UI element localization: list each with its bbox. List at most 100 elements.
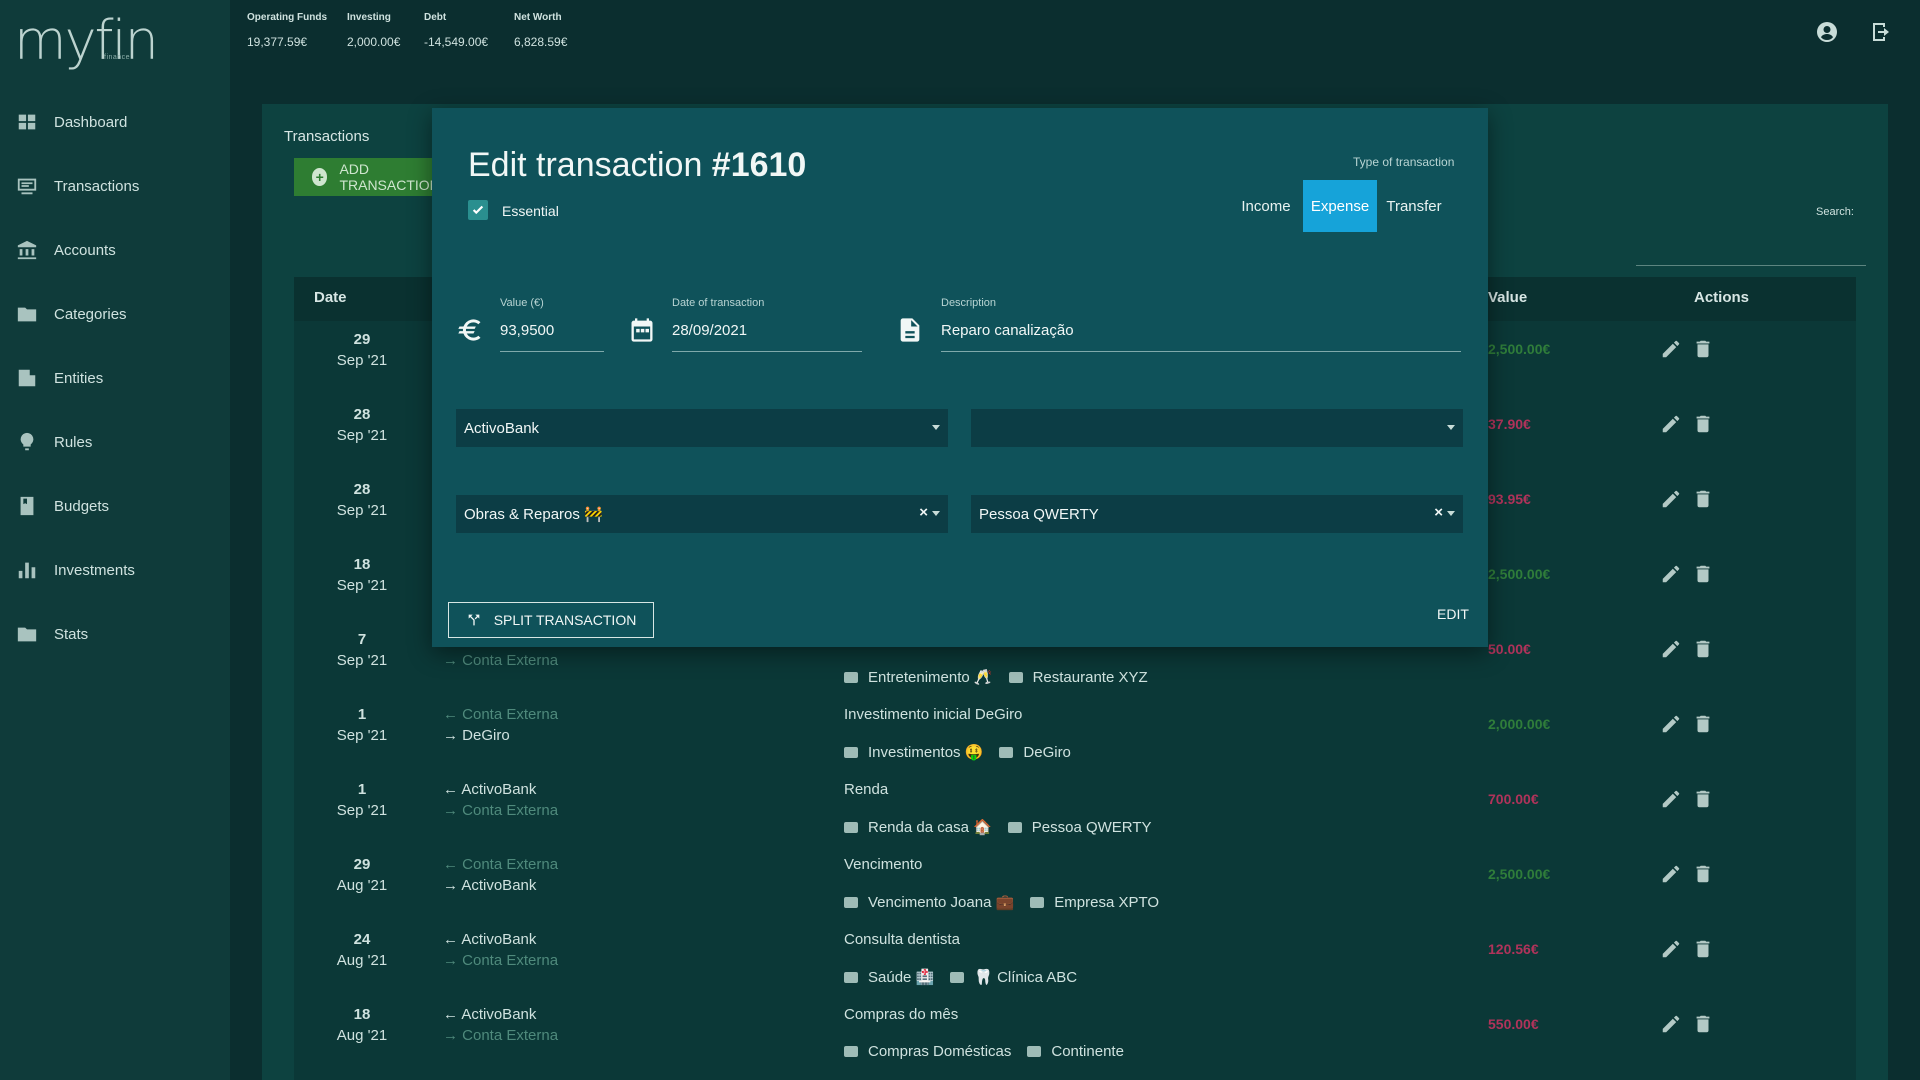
description-input[interactable]: Reparo canalização xyxy=(941,322,1074,339)
row-date-month: Sep '21 xyxy=(336,727,388,744)
date-input[interactable]: 28/09/2021 xyxy=(672,322,747,339)
value-input[interactable]: 93,9500 xyxy=(500,322,554,339)
category-select[interactable]: Obras & Reparos 🚧 × xyxy=(456,495,948,533)
row-value: 2,500.00€ xyxy=(1488,341,1551,357)
sidebar-item-label: Categories xyxy=(54,305,127,323)
split-icon xyxy=(468,614,480,626)
row-account-to: → DeGiro xyxy=(443,727,510,744)
row-date-day: 29 xyxy=(353,856,371,873)
calendar-icon[interactable] xyxy=(628,316,656,344)
row-date-day: 1 xyxy=(357,706,367,723)
user-account-icon[interactable] xyxy=(1815,20,1839,44)
edit-pencil-icon[interactable] xyxy=(1660,788,1682,810)
edit-submit-button[interactable]: EDIT xyxy=(1437,606,1469,622)
sidebar-item-transactions[interactable]: Transactions xyxy=(0,162,230,210)
delete-trash-icon[interactable] xyxy=(1692,563,1714,585)
row-date-month: Aug '21 xyxy=(336,877,388,894)
transaction-id: #1610 xyxy=(711,146,807,184)
add-transaction-button[interactable]: + ADD TRANSACTION xyxy=(294,158,454,196)
sidebar-item-categories[interactable]: Categories xyxy=(0,290,230,338)
chevron-down-icon xyxy=(1447,425,1455,430)
edit-pencil-icon[interactable] xyxy=(1660,938,1682,960)
type-expense-button[interactable]: Expense xyxy=(1303,180,1377,232)
type-income-button[interactable]: Income xyxy=(1229,180,1303,232)
delete-trash-icon[interactable] xyxy=(1692,488,1714,510)
split-transaction-label: SPLIT TRANSACTION xyxy=(493,612,637,628)
plus-icon: + xyxy=(312,168,328,186)
delete-trash-icon[interactable] xyxy=(1692,788,1714,810)
row-entity: Pessoa QWERTY xyxy=(1031,818,1152,836)
row-date-month: Sep '21 xyxy=(336,352,388,369)
table-row: 1 Sep '21 ← Conta Externa → DeGiro Inves… xyxy=(294,696,1856,771)
value-underline xyxy=(500,351,604,352)
entity-select[interactable]: Pessoa QWERTY × xyxy=(971,495,1463,533)
category-folder-icon xyxy=(844,971,858,983)
row-value: 50.00€ xyxy=(1488,641,1531,657)
stat-label: Net Worth xyxy=(514,12,562,23)
category-folder-icon xyxy=(844,671,858,683)
row-value: 550.00€ xyxy=(1488,1016,1539,1032)
date-underline xyxy=(672,351,862,352)
delete-trash-icon[interactable] xyxy=(1692,1013,1714,1035)
book-icon xyxy=(20,496,34,516)
row-date-day: 24 xyxy=(353,931,371,948)
transactions-icon xyxy=(17,178,37,195)
description-document-icon xyxy=(896,316,924,344)
search-input[interactable] xyxy=(1636,265,1866,266)
delete-trash-icon[interactable] xyxy=(1692,638,1714,660)
essential-label: Essential xyxy=(502,203,559,219)
sidebar-item-investments[interactable]: Investments xyxy=(0,546,230,594)
essential-checkbox[interactable] xyxy=(468,200,488,220)
edit-pencil-icon[interactable] xyxy=(1660,713,1682,735)
delete-trash-icon[interactable] xyxy=(1692,338,1714,360)
row-date-month: Aug '21 xyxy=(336,952,388,969)
delete-trash-icon[interactable] xyxy=(1692,413,1714,435)
delete-trash-icon[interactable] xyxy=(1692,863,1714,885)
sidebar-item-stats[interactable]: Stats xyxy=(0,610,230,658)
dashboard-icon xyxy=(18,114,36,130)
row-date-month: Aug '21 xyxy=(336,1027,388,1044)
edit-pencil-icon[interactable] xyxy=(1660,413,1682,435)
edit-pencil-icon[interactable] xyxy=(1660,338,1682,360)
delete-trash-icon[interactable] xyxy=(1692,713,1714,735)
edit-pencil-icon[interactable] xyxy=(1660,488,1682,510)
account-to-select[interactable] xyxy=(971,409,1463,447)
edit-pencil-icon[interactable] xyxy=(1660,563,1682,585)
stat-label: Debt xyxy=(424,12,447,23)
column-header-date[interactable]: Date xyxy=(314,289,347,306)
description-label: Description xyxy=(941,297,997,309)
folder-stats-icon xyxy=(17,627,37,642)
row-meta: Investimentos 🤑 DeGiro xyxy=(844,743,1071,761)
row-meta: Renda da casa 🏠 Pessoa QWERTY xyxy=(844,818,1152,836)
sidebar-item-rules[interactable]: Rules xyxy=(0,418,230,466)
row-entity: Empresa XPTO xyxy=(1054,893,1160,911)
category-value: Obras & Reparos 🚧 xyxy=(464,506,603,523)
clear-entity-icon[interactable]: × xyxy=(1434,504,1443,521)
split-transaction-button[interactable]: SPLIT TRANSACTION xyxy=(448,602,654,638)
account-from-select[interactable]: ActivoBank xyxy=(456,409,948,447)
edit-pencil-icon[interactable] xyxy=(1660,863,1682,885)
column-header-value[interactable]: Value xyxy=(1488,289,1527,306)
stat-value: 2,000.00€ xyxy=(347,35,401,49)
row-category: Investimentos 🤑 xyxy=(868,744,984,761)
app-logo[interactable]: myfin xyxy=(14,14,159,68)
edit-pencil-icon[interactable] xyxy=(1660,638,1682,660)
sidebar-item-label: Transactions xyxy=(54,177,140,195)
row-entity: 🦷 Clínica ABC xyxy=(974,969,1078,986)
building-icon xyxy=(18,369,36,387)
sidebar-item-accounts[interactable]: Accounts xyxy=(0,226,230,274)
sidebar-item-budgets[interactable]: Budgets xyxy=(0,482,230,530)
row-meta: Saúde 🏥 🦷 Clínica ABC xyxy=(844,968,1077,986)
edit-pencil-icon[interactable] xyxy=(1660,1013,1682,1035)
delete-trash-icon[interactable] xyxy=(1692,938,1714,960)
type-transfer-button[interactable]: Transfer xyxy=(1377,180,1451,232)
stat-label: Investing xyxy=(347,12,391,23)
sidebar-item-entities[interactable]: Entities xyxy=(0,354,230,402)
logout-icon[interactable] xyxy=(1869,20,1893,44)
chevron-down-icon xyxy=(1447,511,1455,516)
row-meta: Compras Domésticas Continente xyxy=(844,1043,1124,1060)
row-account-from: ← Conta Externa xyxy=(443,706,559,723)
clear-category-icon[interactable]: × xyxy=(919,504,928,521)
sidebar-item-label: Investments xyxy=(54,561,135,579)
sidebar-item-dashboard[interactable]: Dashboard xyxy=(0,98,230,146)
